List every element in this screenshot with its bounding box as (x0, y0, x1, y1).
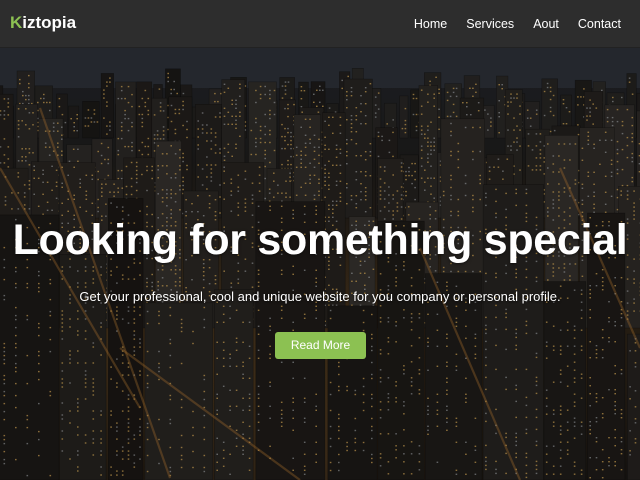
nav-link-contact[interactable]: Contact (578, 17, 621, 31)
main-nav: Home Services Aout Contact (414, 0, 640, 47)
logo-first-letter: K (10, 13, 23, 32)
logo-rest: iztopia (22, 13, 77, 32)
hero-subline: Get your professional, cool and unique w… (79, 289, 561, 304)
nav-link-about[interactable]: Aout (533, 17, 559, 31)
nav-link-home[interactable]: Home (414, 17, 447, 31)
read-more-button[interactable]: Read More (275, 332, 366, 359)
top-navbar: Kiztopia Home Services Aout Contact (0, 0, 640, 48)
hero-headline: Looking for something special (12, 216, 628, 264)
nav-link-services[interactable]: Services (466, 17, 514, 31)
site-logo[interactable]: Kiztopia (10, 13, 76, 33)
page: Kiztopia Home Services Aout Contact Look… (0, 0, 640, 480)
